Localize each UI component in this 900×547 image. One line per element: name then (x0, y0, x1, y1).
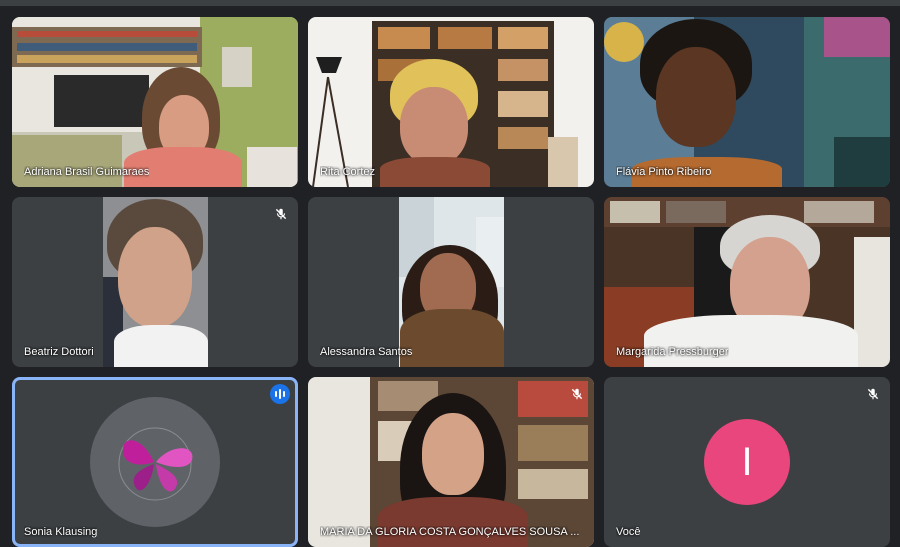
participant-tile-rita[interactable]: Rita Cortez (308, 17, 594, 187)
participant-tile-alessandra[interactable]: Alessandra Santos (308, 197, 594, 367)
participant-name: MARIA DA GLORIA COSTA GONÇALVES SOUSA ..… (320, 526, 580, 538)
participant-tile-adriana[interactable]: Adriana Brasil Guimaraes (12, 17, 298, 187)
participant-tile-you[interactable]: I Você (604, 377, 890, 547)
participant-tile-flavia[interactable]: Flávia Pinto Ribeiro (604, 17, 890, 187)
mic-off-icon (568, 385, 586, 403)
participant-name: Alessandra Santos (320, 346, 413, 358)
participant-tile-margarida[interactable]: Margarida Pressburger (604, 197, 890, 367)
participant-avatar: I (704, 419, 790, 505)
participant-tile-maria[interactable]: MARIA DA GLORIA COSTA GONÇALVES SOUSA ..… (308, 377, 594, 547)
butterfly-logo-icon (118, 427, 193, 501)
participant-name: Sonia Klausing (24, 526, 98, 538)
participant-name: Rita Cortez (320, 166, 376, 178)
audio-level-icon (270, 384, 290, 404)
participant-name: Adriana Brasil Guimaraes (24, 166, 150, 178)
participant-name: Margarida Pressburger (616, 346, 729, 358)
participant-tile-sonia[interactable]: Sonia Klausing (12, 377, 298, 547)
participant-name: Flávia Pinto Ribeiro (616, 166, 712, 178)
participant-tile-beatriz[interactable]: Beatriz Dottori (12, 197, 298, 367)
top-bar (0, 0, 900, 6)
participant-name: Beatriz Dottori (24, 346, 94, 358)
mic-off-icon (272, 205, 290, 223)
participant-name: Você (616, 526, 641, 538)
mic-off-icon (864, 385, 882, 403)
